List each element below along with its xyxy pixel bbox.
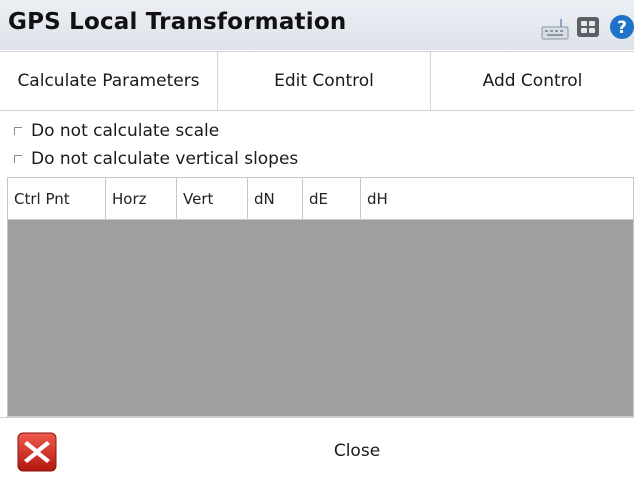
column-header-ctrl-pnt[interactable]: Ctrl Pnt	[8, 178, 106, 219]
action-toolbar: Calculate Parameters Edit Control Add Co…	[0, 51, 634, 111]
column-header-vert[interactable]: Vert	[177, 178, 248, 219]
dialog-window: GPS Local Transformation ? Calculate Par…	[0, 0, 634, 483]
column-header-de[interactable]: dE	[303, 178, 361, 219]
windows-icon[interactable]	[576, 16, 600, 38]
footer-bar: Close	[0, 417, 634, 483]
column-header-dh[interactable]: dH	[361, 178, 634, 219]
option-no-vertical-slopes[interactable]: Do not calculate vertical slopes	[14, 148, 298, 170]
edit-control-button[interactable]: Edit Control	[218, 52, 431, 110]
table-header: Ctrl Pnt Horz Vert dN dE dH	[8, 178, 633, 220]
svg-text:?: ?	[617, 18, 627, 38]
option-no-scale[interactable]: Do not calculate scale	[14, 120, 219, 142]
keyboard-icon[interactable]	[541, 19, 569, 41]
table-body-empty[interactable]	[8, 220, 633, 416]
column-header-dn[interactable]: dN	[248, 178, 303, 219]
no-scale-checkbox[interactable]	[14, 127, 22, 135]
close-button[interactable]: Close	[80, 418, 634, 484]
no-vertical-slopes-label: Do not calculate vertical slopes	[31, 149, 299, 169]
close-x-icon[interactable]	[17, 432, 57, 472]
column-header-horz[interactable]: Horz	[106, 178, 177, 219]
add-control-button[interactable]: Add Control	[431, 52, 634, 110]
control-points-table: Ctrl Pnt Horz Vert dN dE dH	[7, 177, 634, 417]
calculate-parameters-button[interactable]: Calculate Parameters	[0, 52, 218, 110]
window-title: GPS Local Transformation	[8, 9, 347, 35]
no-vertical-slopes-checkbox[interactable]	[14, 155, 22, 163]
no-scale-label: Do not calculate scale	[31, 121, 220, 141]
title-bar: GPS Local Transformation ?	[0, 0, 634, 50]
help-icon[interactable]: ?	[609, 14, 634, 40]
